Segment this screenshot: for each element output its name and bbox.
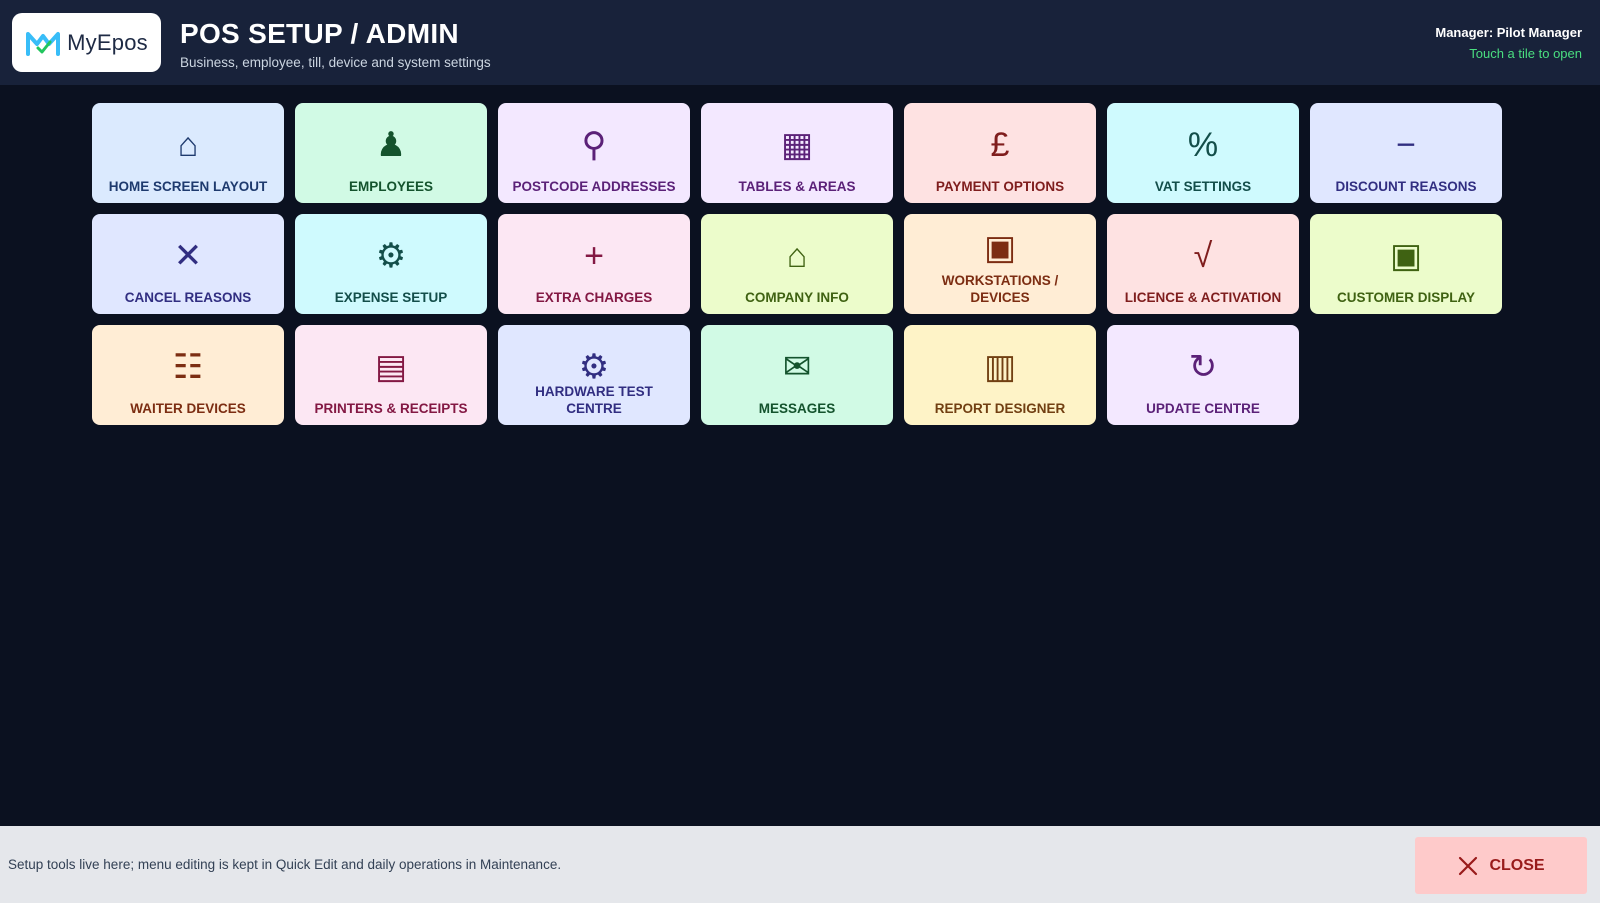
- manager-name: Manager: Pilot Manager: [1435, 25, 1582, 40]
- tile-label: MESSAGES: [758, 401, 836, 416]
- tile-label: EXTRA CHARGES: [535, 290, 653, 305]
- myepos-logo: MyEpos: [12, 13, 161, 72]
- tile-label: PAYMENT OPTIONS: [935, 179, 1065, 194]
- tile-employees[interactable]: ♟ EMPLOYEES: [295, 103, 487, 203]
- logo-mark-icon: [26, 31, 61, 56]
- receipt-icon: ▤: [374, 348, 408, 386]
- tile-label: UPDATE CENTRE: [1146, 401, 1260, 416]
- tile-postcode-addresses[interactable]: ⚲ POSTCODE ADDRESSES: [498, 103, 690, 203]
- home-icon: ⌂: [786, 237, 808, 275]
- tile-label: COMPANY INFO: [745, 290, 849, 305]
- tile-workstations-devices[interactable]: ▣ WORKSTATIONS / DEVICES: [904, 214, 1096, 314]
- tile-waiter-devices[interactable]: ☷ WAITER DEVICES: [92, 325, 284, 425]
- top-bar: MyEpos POS SETUP / ADMIN Business, emplo…: [0, 0, 1600, 85]
- tile-label: CUSTOMER DISPLAY: [1336, 290, 1476, 305]
- tile-update-centre[interactable]: ↻ UPDATE CENTRE: [1107, 325, 1299, 425]
- tile-label: WAITER DEVICES: [130, 401, 246, 416]
- plus-icon: +: [584, 237, 604, 275]
- close-icon: [1459, 856, 1478, 875]
- tile-cancel-reasons[interactable]: ✕ CANCEL REASONS: [92, 214, 284, 314]
- page-subtitle: Business, employee, till, device and sys…: [180, 55, 491, 70]
- tile-label: EXPENSE SETUP: [334, 290, 448, 305]
- tile-label: HARDWARE TEST CENTRE: [535, 384, 653, 416]
- square-icon: ▣: [1389, 237, 1423, 275]
- tile-payment-options[interactable]: £ PAYMENT OPTIONS: [904, 103, 1096, 203]
- tile-company-info[interactable]: ⌂ COMPANY INFO: [701, 214, 893, 314]
- cross-icon: ✕: [173, 237, 203, 275]
- tile-label: HOME SCREEN LAYOUT: [108, 179, 268, 194]
- page-title: POS SETUP / ADMIN: [180, 18, 459, 49]
- home-icon: ⌂: [177, 126, 199, 164]
- pound-icon: £: [990, 126, 1010, 164]
- tile-label: TABLES & AREAS: [738, 179, 856, 194]
- tile-discount-reasons[interactable]: − DISCOUNT REASONS: [1310, 103, 1502, 203]
- tile-messages[interactable]: ✉ MESSAGES: [701, 325, 893, 425]
- tile-label: DISCOUNT REASONS: [1335, 179, 1477, 194]
- touch-hint: Touch a tile to open: [1469, 46, 1582, 61]
- tile-customer-display[interactable]: ▣ CUSTOMER DISPLAY: [1310, 214, 1502, 314]
- refresh-icon: ↻: [1188, 348, 1218, 386]
- footer-bar: Setup tools live here; menu editing is k…: [0, 826, 1600, 903]
- tile-home-screen-layout[interactable]: ⌂ HOME SCREEN LAYOUT: [92, 103, 284, 203]
- logo-text: MyEpos: [67, 29, 148, 55]
- tile-vat-settings[interactable]: % VAT SETTINGS: [1107, 103, 1299, 203]
- gear-icon: ⚙: [578, 348, 610, 386]
- tile-report-designer[interactable]: ▥ REPORT DESIGNER: [904, 325, 1096, 425]
- close-label: CLOSE: [1489, 856, 1545, 874]
- square-icon: ▣: [983, 229, 1017, 267]
- minus-icon: −: [1396, 126, 1416, 164]
- grid-icon: ▦: [780, 126, 814, 164]
- tile-printers-and-receipts[interactable]: ▤ PRINTERS & RECEIPTS: [295, 325, 487, 425]
- admin-tile-grid: ⌂ HOME SCREEN LAYOUT ♟ EMPLOYEES ⚲ POSTCODE A…: [92, 103, 1502, 425]
- tile-hardware-test-centre[interactable]: ⚙ HARDWARE TEST CENTRE: [498, 325, 690, 425]
- tile-label: WORKSTATIONS / DEVICES: [941, 273, 1059, 305]
- tile-label: POSTCODE ADDRESSES: [512, 179, 676, 194]
- check-icon: √: [1193, 237, 1213, 275]
- tile-expense-setup[interactable]: ⚙ EXPENSE SETUP: [295, 214, 487, 314]
- close-button[interactable]: CLOSE: [1415, 837, 1587, 894]
- magnifier-icon: ⚲: [581, 126, 607, 164]
- tile-label: PRINTERS & RECEIPTS: [314, 401, 468, 416]
- tile-label: REPORT DESIGNER: [934, 401, 1066, 416]
- envelope-icon: ✉: [782, 348, 812, 386]
- tile-label: VAT SETTINGS: [1154, 179, 1252, 194]
- gear-icon: ⚙: [375, 237, 407, 275]
- columns-icon: ▥: [983, 348, 1017, 386]
- tile-label: LICENCE & ACTIVATION: [1124, 290, 1282, 305]
- tile-extra-charges[interactable]: + EXTRA CHARGES: [498, 214, 690, 314]
- tile-tables-and-areas[interactable]: ▦ TABLES & AREAS: [701, 103, 893, 203]
- footer-info-text: Setup tools live here; menu editing is k…: [8, 857, 562, 872]
- tile-licence-and-activation[interactable]: √ LICENCE & ACTIVATION: [1107, 214, 1299, 314]
- list-icon: ☷: [172, 348, 204, 386]
- pawn-icon: ♟: [375, 126, 407, 164]
- tile-label: EMPLOYEES: [348, 179, 434, 194]
- percent-icon: %: [1187, 126, 1219, 164]
- tile-label: CANCEL REASONS: [124, 290, 252, 305]
